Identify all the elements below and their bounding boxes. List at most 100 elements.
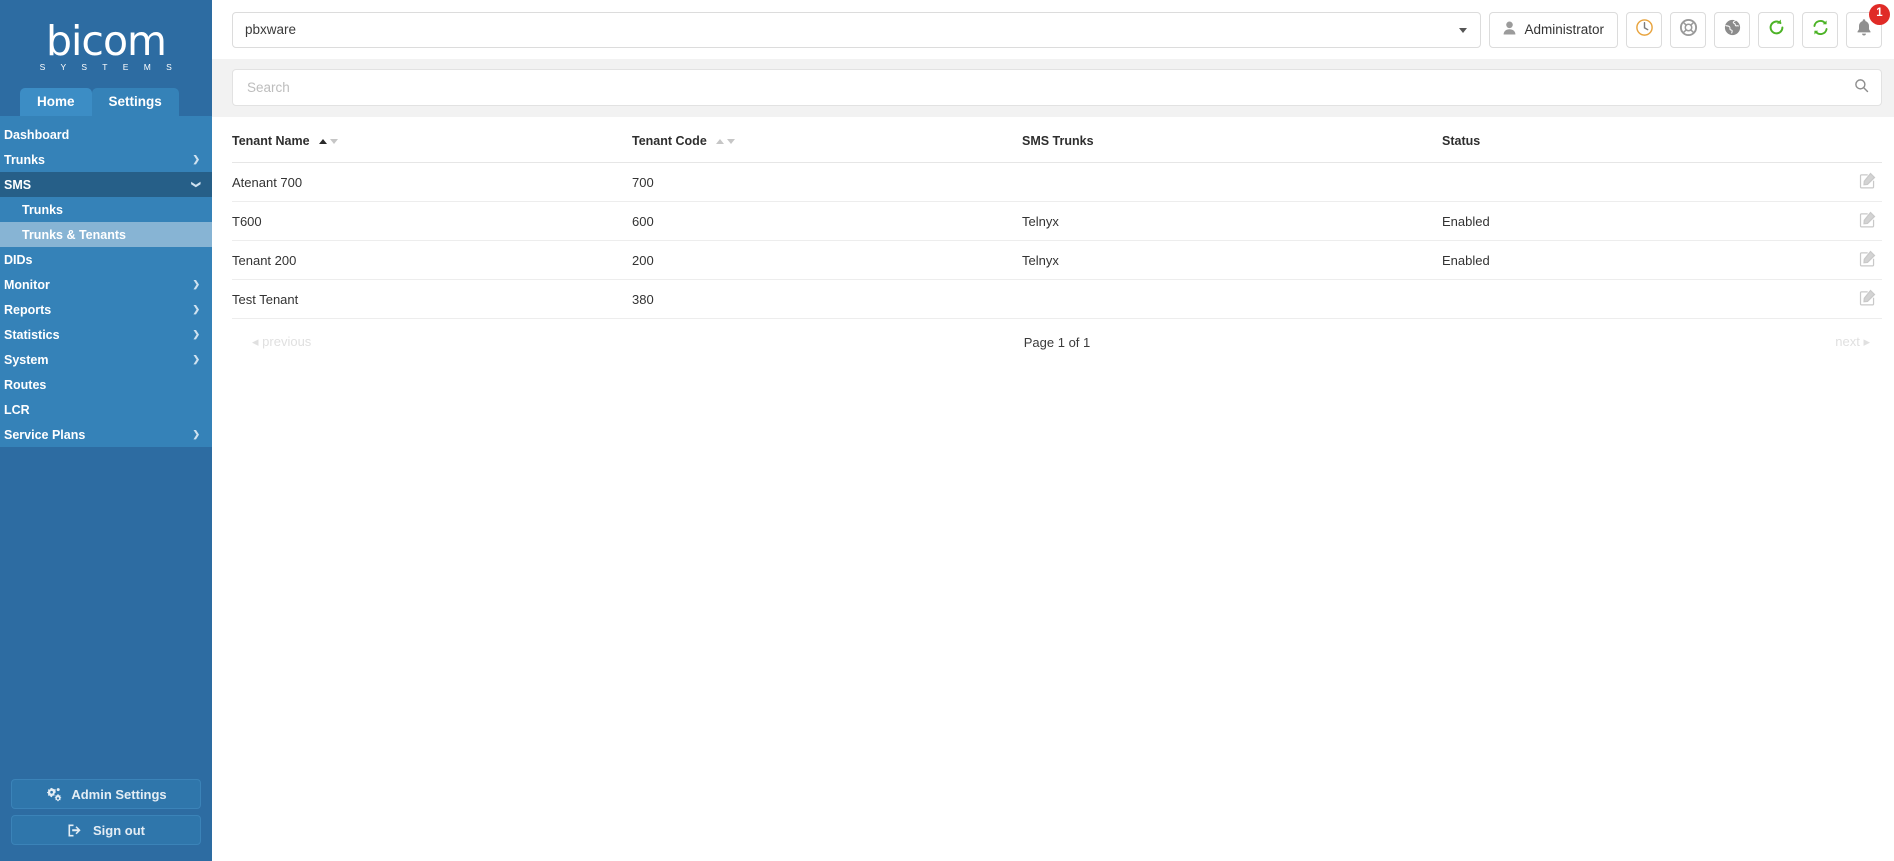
- chevron-right-icon: [192, 305, 200, 315]
- admin-settings-label: Admin Settings: [71, 786, 167, 802]
- sidebar-item-label: LCR: [4, 402, 30, 417]
- tab-settings[interactable]: Settings: [91, 88, 179, 116]
- cell-actions: [1838, 162, 1882, 202]
- main-area: pbxware Administrator 1 Search Tenant Na…: [212, 0, 1894, 861]
- column-header-tenant-name[interactable]: Tenant Name: [232, 117, 632, 163]
- sidebar-item-lcr[interactable]: LCR: [0, 397, 212, 422]
- table-row[interactable]: Atenant 700 700: [232, 162, 1882, 202]
- column-label-tenant-code: Tenant Code: [632, 134, 707, 148]
- globe-icon-button[interactable]: [1714, 11, 1750, 48]
- sidebar-item-trunks-tenants[interactable]: Trunks & Tenants: [0, 222, 212, 247]
- cell-tenant-name: T600: [232, 201, 632, 241]
- table-body: Atenant 700 700 T600 600 Telnyx Enabled Tenant…: [232, 162, 1882, 319]
- search-bar: [212, 59, 1894, 117]
- sort-desc-icon[interactable]: [330, 139, 339, 144]
- chevron-down-icon: [192, 180, 200, 190]
- user-icon: [1503, 21, 1516, 38]
- sidebar-item-system[interactable]: System: [0, 347, 212, 372]
- chevron-right-icon: [192, 355, 200, 365]
- reload-icon-button[interactable]: [1758, 11, 1794, 48]
- sidebar-item-label: Trunks & Tenants: [22, 227, 126, 242]
- sidebar-item-statistics[interactable]: Statistics: [0, 322, 212, 347]
- sort-controls-tenant-name[interactable]: [319, 139, 339, 144]
- sidebar-item-dashboard[interactable]: Dashboard: [0, 122, 212, 147]
- sidebar-item-reports[interactable]: Reports: [0, 297, 212, 322]
- sort-asc-icon[interactable]: [716, 139, 725, 144]
- chevron-right-icon: [192, 280, 200, 290]
- cell-sms-trunks: [1022, 162, 1442, 202]
- sidebar-nav: Dashboard Trunks SMS Trunks Trunks & Tenants…: [0, 116, 212, 447]
- table-row[interactable]: Tenant 200 200 Telnyx Enabled: [232, 240, 1882, 280]
- user-label: Administrator: [1524, 22, 1604, 37]
- sidebar-item-dids[interactable]: DIDs: [0, 247, 212, 272]
- admin-settings-button[interactable]: Admin Settings: [11, 779, 201, 809]
- sidebar-item-label: Routes: [4, 377, 47, 392]
- brand-logo[interactable]: bicom S Y S T E M S: [0, 0, 212, 88]
- chevron-right-icon: [192, 430, 200, 440]
- edit-icon[interactable]: [1859, 172, 1876, 192]
- chevron-right-icon: [192, 330, 200, 340]
- lifebuoy-icon-button[interactable]: [1670, 11, 1706, 48]
- column-label-sms-trunks: SMS Trunks: [1022, 134, 1094, 148]
- sidebar-footer: Admin Settings Sign out: [0, 779, 212, 851]
- sync-icon-button[interactable]: [1802, 11, 1838, 48]
- sort-desc-icon[interactable]: [727, 139, 736, 144]
- column-header-tenant-code[interactable]: Tenant Code: [632, 117, 1022, 163]
- top-bar: pbxware Administrator 1: [212, 0, 1894, 59]
- table-row[interactable]: Test Tenant 380: [232, 279, 1882, 319]
- sidebar-item-sms[interactable]: SMS: [0, 172, 212, 197]
- search-input[interactable]: [247, 80, 1854, 95]
- brand-logo-subtext: S Y S T E M S: [39, 61, 179, 72]
- sidebar-item-trunks[interactable]: Trunks: [0, 147, 212, 172]
- sidebar-item-label: Statistics: [4, 327, 60, 342]
- lifebuoy-icon: [1679, 18, 1698, 42]
- sort-asc-icon[interactable]: [319, 139, 328, 144]
- server-select[interactable]: pbxware: [232, 11, 1482, 48]
- table-head: Tenant Name Tenant Code SMS Trunks Statu…: [232, 117, 1882, 163]
- user-menu-button[interactable]: Administrator: [1489, 11, 1618, 48]
- sidebar-item-monitor[interactable]: Monitor: [0, 272, 212, 297]
- cell-tenant-name: Atenant 700: [232, 162, 632, 202]
- sign-out-button[interactable]: Sign out: [11, 815, 201, 845]
- notification-badge: 1: [1869, 3, 1890, 25]
- sidebar-item-label: DIDs: [4, 252, 33, 267]
- sidebar-item-label: SMS: [4, 177, 32, 192]
- cell-status: Enabled: [1442, 201, 1838, 241]
- clock-icon-button[interactable]: [1626, 11, 1662, 48]
- table-header-row: Tenant Name Tenant Code SMS Trunks Statu…: [232, 117, 1882, 163]
- clock-icon: [1635, 18, 1654, 42]
- gears-icon: [45, 787, 62, 802]
- cell-sms-trunks: Telnyx: [1022, 240, 1442, 280]
- sidebar-item-service-plans[interactable]: Service Plans: [0, 422, 212, 447]
- notifications-button[interactable]: 1: [1846, 3, 1890, 48]
- sidebar-item-label: Trunks: [22, 202, 63, 217]
- cell-status: [1442, 162, 1838, 202]
- search-icon[interactable]: [1854, 78, 1869, 98]
- table-row[interactable]: T600 600 Telnyx Enabled: [232, 201, 1882, 241]
- cell-tenant-name: Tenant 200: [232, 240, 632, 280]
- sort-controls-tenant-code[interactable]: [716, 139, 736, 144]
- sidebar-tabs: Home Settings: [0, 88, 212, 116]
- previous-label: previous: [262, 334, 312, 349]
- edit-icon[interactable]: [1859, 289, 1876, 309]
- edit-icon[interactable]: [1859, 211, 1876, 231]
- tab-home[interactable]: Home: [20, 88, 92, 116]
- edit-icon[interactable]: [1859, 250, 1876, 270]
- chevron-right-icon: [192, 155, 200, 165]
- column-header-status: Status: [1442, 117, 1838, 163]
- sidebar-item-label: Service Plans: [4, 427, 86, 442]
- server-select-value: pbxware: [245, 22, 297, 37]
- cell-actions: [1838, 240, 1882, 280]
- sign-out-label: Sign out: [93, 822, 145, 838]
- sidebar-item-label: Reports: [4, 302, 52, 317]
- cell-tenant-code: 200: [632, 240, 1022, 280]
- reload-icon: [1767, 18, 1786, 42]
- sidebar-item-trunks[interactable]: Trunks: [0, 197, 212, 222]
- next-page-button[interactable]: next ▸: [1835, 334, 1870, 350]
- sidebar-item-routes[interactable]: Routes: [0, 372, 212, 397]
- chevron-down-icon: [1459, 27, 1468, 33]
- brand-logo-text: bicom: [46, 16, 167, 65]
- globe-icon: [1723, 18, 1742, 42]
- search-field-wrapper[interactable]: [232, 69, 1882, 106]
- previous-page-button[interactable]: ◂ previous: [252, 334, 311, 350]
